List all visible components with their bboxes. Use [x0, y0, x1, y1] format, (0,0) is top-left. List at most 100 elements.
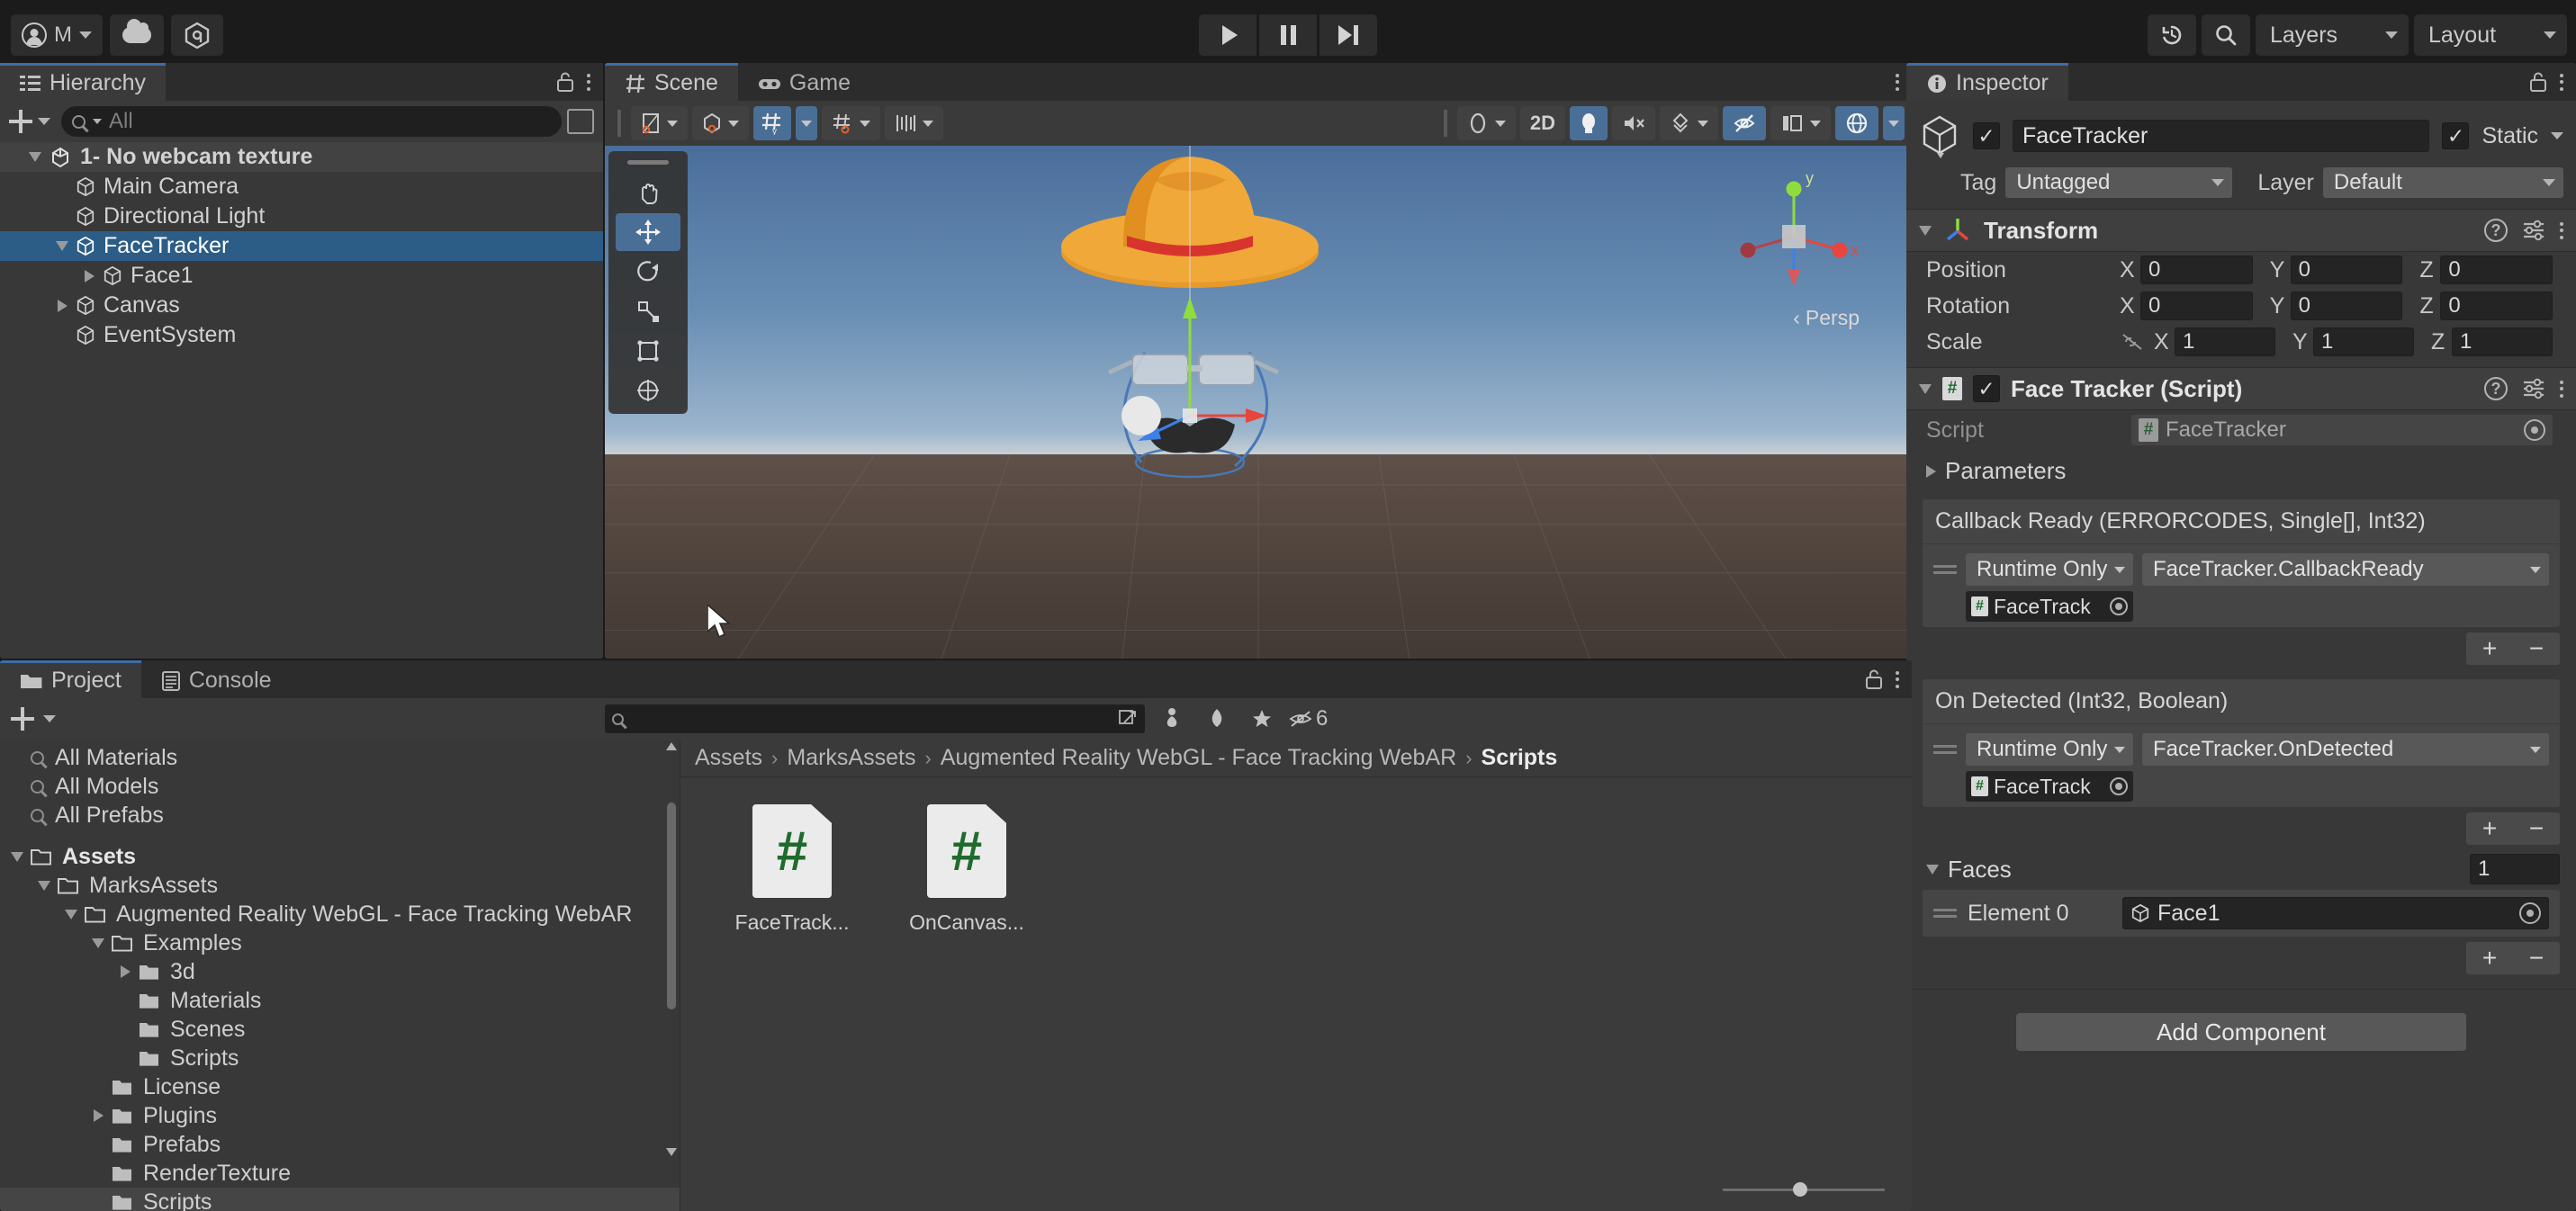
- project-folder-plugins[interactable]: Plugins: [0, 1101, 680, 1130]
- chevron-right-icon[interactable]: [84, 269, 95, 283]
- expand-toggle[interactable]: [31, 880, 58, 891]
- expand-toggle[interactable]: [22, 152, 49, 162]
- kebab-menu-icon[interactable]: [2560, 380, 2563, 398]
- undo-history-button[interactable]: [2148, 14, 2196, 56]
- event-target-field[interactable]: # FaceTrack: [1966, 771, 2133, 802]
- tab-game[interactable]: Game: [737, 63, 870, 101]
- rotation-y-field[interactable]: 0: [2290, 292, 2403, 320]
- position-y-field[interactable]: 0: [2290, 256, 2403, 284]
- parameters-foldout[interactable]: Parameters: [1906, 450, 2576, 492]
- chevron-down-icon[interactable]: [11, 851, 23, 862]
- event-mode-dropdown[interactable]: Runtime Only: [1966, 553, 2133, 586]
- scale-tool-button[interactable]: [616, 292, 680, 330]
- gizmos-dropdown[interactable]: [1883, 106, 1905, 140]
- reorder-handle-icon[interactable]: [1933, 909, 1957, 918]
- chevron-down-icon[interactable]: [29, 152, 41, 162]
- hierarchy-item-directional-light[interactable]: Directional Light: [0, 202, 603, 231]
- project-folder-marksassets[interactable]: MarksAssets: [0, 871, 680, 900]
- object-picker-icon[interactable]: [2110, 597, 2128, 615]
- event-function-dropdown[interactable]: FaceTracker.OnDetected: [2142, 733, 2549, 766]
- expand-toggle[interactable]: [112, 965, 139, 978]
- toolbar-grip-right[interactable]: [1443, 110, 1447, 137]
- project-folder-materials[interactable]: Materials: [0, 986, 680, 1015]
- effects-toggle-button[interactable]: [1660, 106, 1718, 140]
- hierarchy-item-eventsystem[interactable]: EventSystem: [0, 320, 603, 350]
- hierarchy-item-main-camera[interactable]: Main Camera: [0, 172, 603, 202]
- chevron-down-icon[interactable]: [56, 241, 68, 251]
- draw-mode-button[interactable]: [1456, 106, 1516, 140]
- position-x-field[interactable]: 0: [2140, 256, 2253, 284]
- move-tool-button[interactable]: [616, 213, 680, 251]
- saved-search-all-models[interactable]: All Models: [0, 772, 680, 801]
- chevron-right-icon[interactable]: [57, 299, 68, 312]
- lock-icon[interactable]: [556, 71, 574, 93]
- scene-projection-label[interactable]: ‹ Persp: [1793, 306, 1860, 330]
- toolbar-grip[interactable]: [617, 110, 621, 137]
- kebab-menu-icon[interactable]: [2560, 73, 2563, 91]
- project-folder-license[interactable]: License: [0, 1072, 680, 1101]
- static-checkbox[interactable]: ✓: [2442, 122, 2470, 149]
- project-search-box[interactable]: [605, 704, 1145, 733]
- scrollbar-thumb[interactable]: [667, 803, 676, 1009]
- asset-zoom-slider[interactable]: [1723, 1180, 1885, 1198]
- event-target-field[interactable]: # FaceTrack: [1966, 591, 2133, 622]
- project-tree-scrollbar[interactable]: [666, 742, 677, 1156]
- transform-component-header[interactable]: Transform ?: [1906, 209, 2576, 252]
- rect-tool-button[interactable]: [616, 332, 680, 370]
- chevron-down-icon[interactable]: [2551, 132, 2563, 139]
- breadcrumb-item-augmented-reality-webgl-face-tracking-webar[interactable]: Augmented Reality WebGL - Face Tracking …: [941, 745, 1456, 771]
- scene-audio-button[interactable]: [1612, 106, 1655, 140]
- event-add-button[interactable]: +: [2466, 812, 2513, 845]
- faces-add-button[interactable]: +: [2466, 942, 2513, 974]
- pause-button[interactable]: [1259, 14, 1317, 56]
- search-input[interactable]: [109, 109, 551, 134]
- hidden-packages-button[interactable]: 6: [1289, 704, 1328, 734]
- layer-dropdown[interactable]: Default: [2322, 167, 2563, 198]
- event-remove-button[interactable]: −: [2513, 812, 2560, 845]
- filter-type-button[interactable]: [1154, 704, 1190, 734]
- tag-dropdown[interactable]: Untagged: [2005, 167, 2233, 198]
- play-button[interactable]: [1199, 14, 1256, 56]
- account-button[interactable]: M: [11, 14, 103, 56]
- object-picker-icon[interactable]: [2110, 777, 2128, 795]
- expand-toggle[interactable]: [85, 1109, 112, 1122]
- help-icon[interactable]: ?: [2484, 377, 2508, 400]
- faces-count-field[interactable]: 1: [2470, 854, 2560, 884]
- chevron-down-icon[interactable]: [65, 909, 77, 919]
- object-picker-icon[interactable]: [2524, 419, 2545, 441]
- script-enabled-checkbox[interactable]: ✓: [1973, 375, 2000, 402]
- script-object-field[interactable]: # FaceTracker: [2131, 415, 2553, 445]
- breadcrumb-item-assets[interactable]: Assets: [695, 745, 762, 771]
- expand-search-icon[interactable]: [1118, 709, 1138, 729]
- hierarchy-search-box[interactable]: [61, 106, 562, 137]
- grid-snapping-dropdown[interactable]: [796, 106, 817, 140]
- expand-toggle[interactable]: [4, 851, 31, 862]
- 2d-toggle-button[interactable]: 2D: [1519, 106, 1565, 140]
- filter-label-button[interactable]: [1199, 704, 1235, 734]
- event-add-button[interactable]: +: [2466, 632, 2513, 665]
- hand-tool-button[interactable]: [616, 174, 680, 211]
- expand-toggle[interactable]: [58, 909, 85, 919]
- scale-z-field[interactable]: 1: [2452, 327, 2553, 356]
- kebab-menu-icon[interactable]: [1896, 73, 1899, 91]
- project-folder-rendertexture[interactable]: RenderTexture: [0, 1159, 680, 1188]
- project-search-input[interactable]: [631, 706, 1111, 731]
- project-folder-scenes[interactable]: Scenes: [0, 1015, 680, 1044]
- object-enabled-checkbox[interactable]: ✓: [1973, 122, 2000, 149]
- tab-hierarchy[interactable]: Hierarchy: [0, 63, 166, 101]
- event-mode-dropdown[interactable]: Runtime Only: [1966, 733, 2133, 766]
- chevron-down-icon[interactable]: [38, 118, 50, 125]
- kebab-menu-icon[interactable]: [587, 73, 590, 91]
- project-folder-examples[interactable]: Examples: [0, 928, 680, 957]
- scene-camera-button[interactable]: [1770, 106, 1831, 140]
- object-name-field[interactable]: FaceTracker: [2013, 120, 2430, 152]
- project-folder-prefabs[interactable]: Prefabs: [0, 1130, 680, 1159]
- transform-tool-button[interactable]: [616, 372, 680, 409]
- step-button[interactable]: [1320, 14, 1377, 56]
- plus-icon[interactable]: [11, 707, 34, 731]
- asset-item[interactable]: # OnCanvas...: [895, 804, 1039, 935]
- plus-icon[interactable]: [9, 110, 32, 133]
- tab-inspector[interactable]: Inspector: [1906, 63, 2068, 101]
- preset-icon[interactable]: [2522, 219, 2545, 242]
- hierarchy-item-face1[interactable]: Face1: [0, 261, 603, 291]
